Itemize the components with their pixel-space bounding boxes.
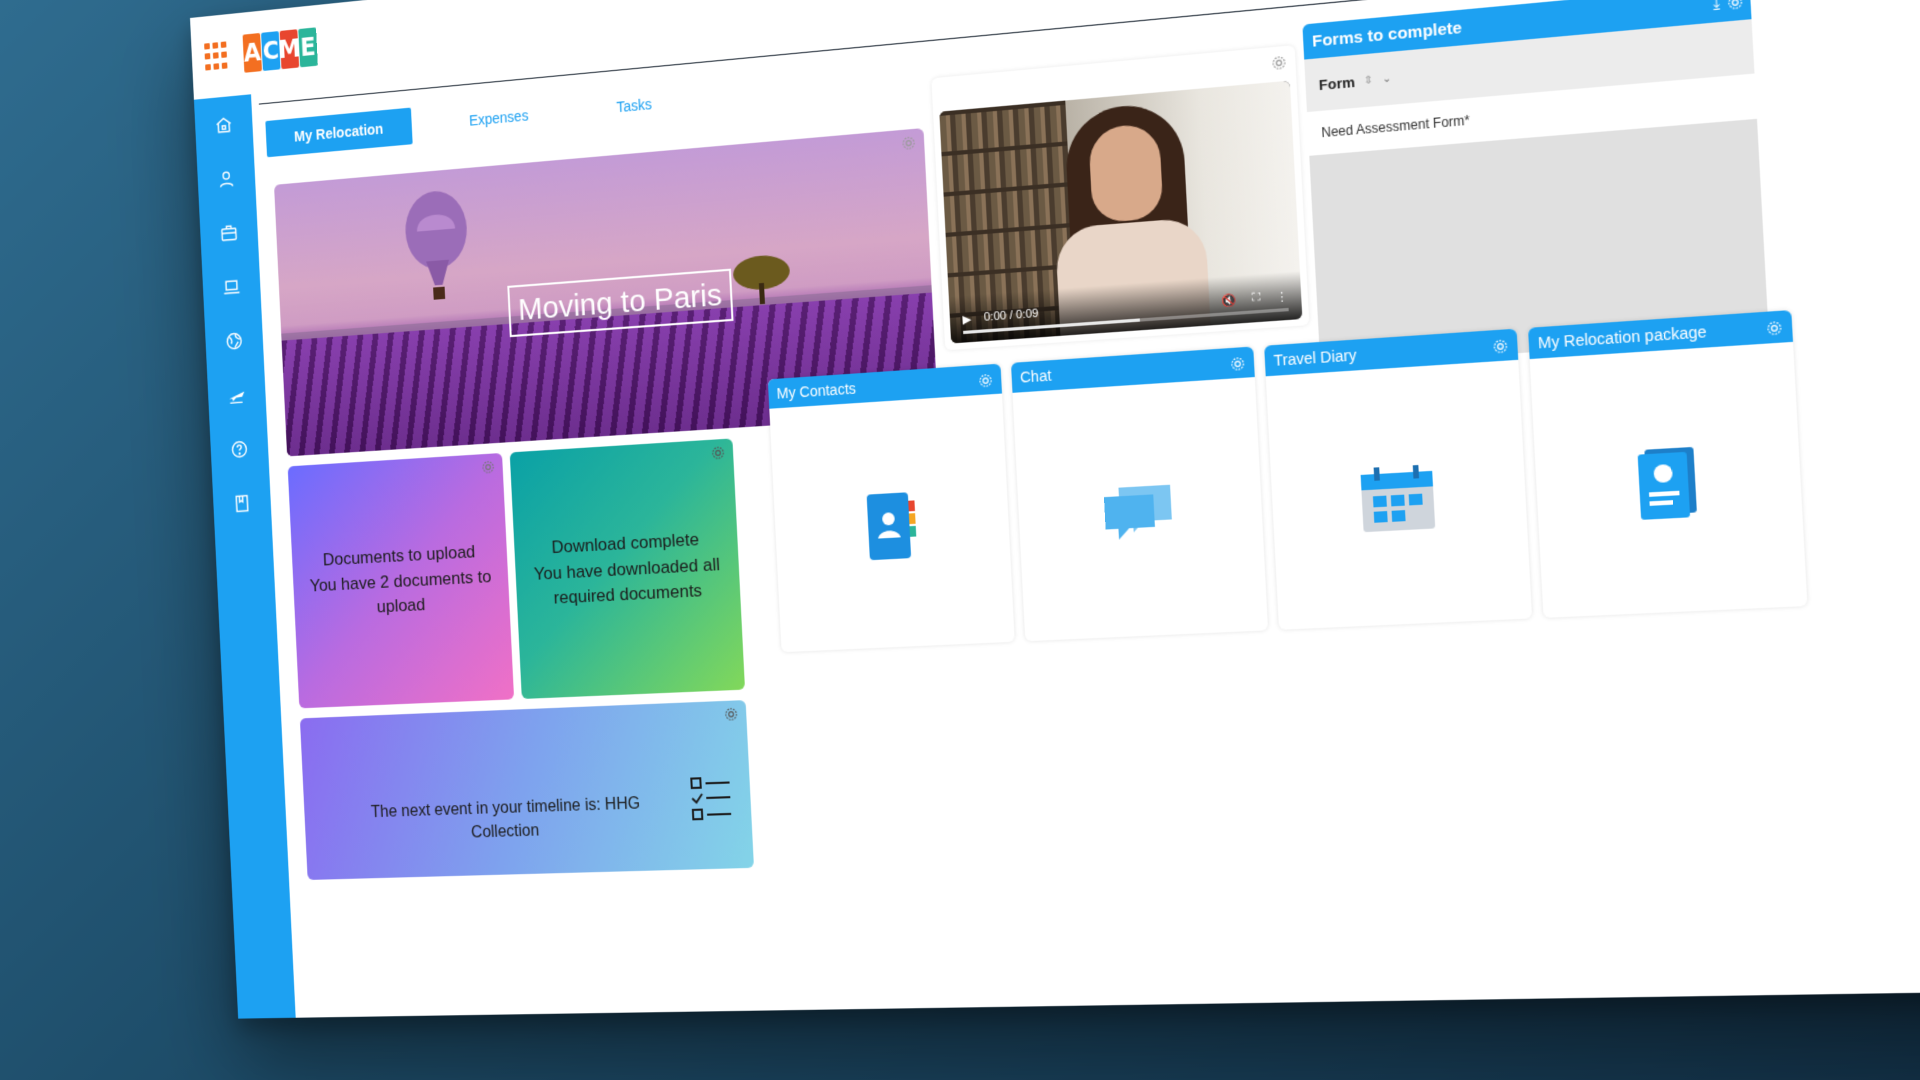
id-document-icon (1637, 446, 1697, 520)
tab-my-relocation[interactable]: My Relocation (265, 107, 413, 158)
fullscreen-icon[interactable]: ⛶ (1252, 291, 1261, 306)
user-icon[interactable] (211, 162, 242, 197)
checklist-icon (689, 774, 733, 823)
tile-settings-icon[interactable] (1271, 55, 1287, 72)
my-contacts-tile[interactable]: My Contacts (767, 363, 1015, 653)
logo-letter: E (298, 27, 318, 68)
documents-tile-body: You have 2 documents to upload (309, 566, 492, 617)
more-options-icon[interactable]: ⋮ (1275, 289, 1289, 304)
logo-letter: M (278, 29, 301, 70)
chat-tile[interactable]: Chat (1010, 346, 1269, 642)
background-stage: A C M E My Relocation Expenses Tasks Mov… (0, 0, 1920, 1080)
logo-letter: A (242, 32, 262, 73)
acme-logo[interactable]: A C M E (242, 27, 318, 73)
download-tile-body: You have downloaded all required documen… (533, 554, 721, 609)
timeline-tile[interactable]: The next event in your timeline is: HHG … (299, 700, 754, 880)
form-column-label: Form (1318, 73, 1356, 93)
tab-expenses[interactable]: Expenses (439, 94, 558, 142)
mute-icon[interactable]: 🔇 (1222, 292, 1238, 308)
relocation-package-tile[interactable]: My Relocation package (1527, 310, 1808, 618)
briefcase-icon[interactable] (213, 216, 244, 250)
globe-icon[interactable] (219, 324, 250, 358)
documents-to-upload-tile[interactable]: Documents to upload You have 2 documents… (287, 452, 515, 709)
tile-settings-icon[interactable] (901, 135, 916, 151)
video-tile: ▶ 0:00 / 0:09 🔇 ⛶ ⋮ (931, 45, 1310, 351)
home-icon[interactable] (208, 108, 239, 143)
tile-settings-icon[interactable] (1727, 0, 1744, 11)
tile-settings-icon[interactable] (978, 373, 993, 389)
apps-grid-icon[interactable] (204, 41, 231, 72)
forms-to-complete-panel: Forms to complete ⤓ Form ⇕ ⌄ Need Assess… (1302, 0, 1769, 367)
tile-settings-icon[interactable] (1492, 338, 1509, 355)
tile-settings-icon[interactable] (711, 445, 726, 460)
download-complete-tile[interactable]: Download complete You have downloaded al… (509, 438, 746, 699)
sort-icon[interactable]: ⇕ (1363, 74, 1373, 87)
chevron-down-icon[interactable]: ⌄ (1382, 72, 1392, 85)
laptop-icon[interactable] (216, 270, 247, 304)
video-time: 0:00 / 0:09 (983, 307, 1039, 325)
video-player[interactable]: ▶ 0:00 / 0:09 🔇 ⛶ ⋮ (939, 80, 1303, 344)
chat-bubbles-icon (1103, 484, 1173, 540)
play-icon[interactable]: ▶ (962, 312, 971, 326)
presenter-face (1088, 122, 1164, 224)
chat-tile-title: Chat (1010, 346, 1255, 393)
calendar-icon (1360, 464, 1436, 532)
main-content: My Relocation Expenses Tasks Moving to P… (251, 0, 1920, 1018)
hot-air-balloon-icon (403, 188, 469, 300)
timeline-text: The next event in your timeline is: HHG … (370, 794, 641, 842)
tile-settings-icon[interactable] (481, 460, 495, 475)
tree-icon (732, 253, 791, 305)
tile-settings-icon[interactable] (1766, 320, 1783, 337)
app-window: A C M E My Relocation Expenses Tasks Mov… (190, 0, 1920, 1019)
tab-tasks[interactable]: Tasks (586, 82, 682, 128)
address-book-icon (866, 491, 917, 560)
help-icon[interactable] (224, 432, 255, 466)
airplane-icon[interactable] (221, 378, 252, 412)
book-icon[interactable] (226, 487, 257, 521)
tile-settings-icon[interactable] (1230, 356, 1246, 372)
download-icon[interactable]: ⤓ (1713, 0, 1721, 14)
tile-settings-icon[interactable] (724, 707, 739, 722)
tab-bar: My Relocation Expenses Tasks (265, 82, 682, 158)
travel-diary-tile[interactable]: Travel Diary (1264, 328, 1533, 630)
